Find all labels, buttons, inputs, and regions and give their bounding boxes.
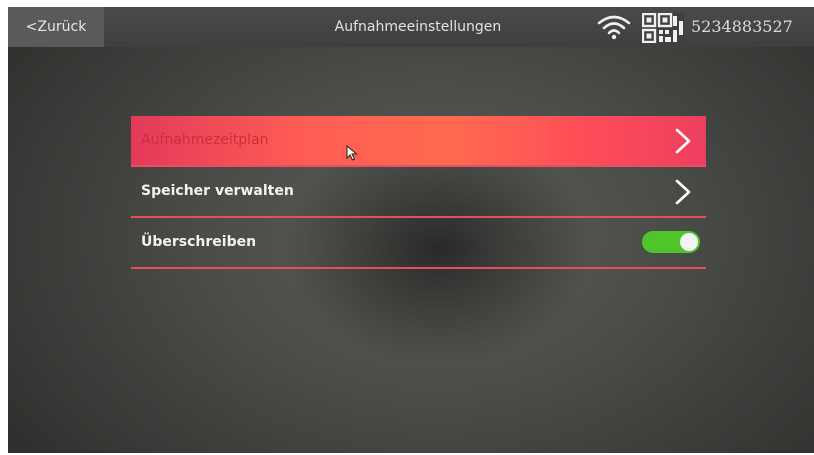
chevron-right-icon bbox=[675, 128, 691, 154]
device-id: 5234883527 bbox=[691, 17, 793, 36]
menu-item-label: Aufnahmezeitplan bbox=[141, 132, 269, 148]
menu-item-recording-schedule[interactable]: Aufnahmezeitplan bbox=[131, 116, 706, 167]
back-button[interactable]: <Zurück bbox=[8, 7, 104, 47]
menu-item-label: Speicher verwalten bbox=[141, 183, 294, 199]
wifi-icon bbox=[597, 15, 631, 40]
chevron-right-icon bbox=[675, 179, 691, 205]
overwrite-toggle[interactable] bbox=[642, 231, 700, 253]
settings-menu: Aufnahmezeitplan Speicher verwalten Über… bbox=[131, 116, 706, 269]
toggle-knob bbox=[680, 233, 698, 251]
menu-item-label: Überschreiben bbox=[141, 234, 257, 250]
menu-item-manage-storage[interactable]: Speicher verwalten bbox=[131, 167, 706, 218]
mouse-cursor-icon bbox=[346, 145, 358, 161]
menu-item-overwrite: Überschreiben bbox=[131, 218, 706, 269]
screen: <Zurück Aufnahmeeinstellungen 5234883527 bbox=[8, 7, 814, 453]
qr-code-icon[interactable] bbox=[642, 13, 684, 43]
page-title: Aufnahmeeinstellungen bbox=[334, 19, 502, 35]
top-bar: <Zurück Aufnahmeeinstellungen 5234883527 bbox=[8, 7, 814, 47]
